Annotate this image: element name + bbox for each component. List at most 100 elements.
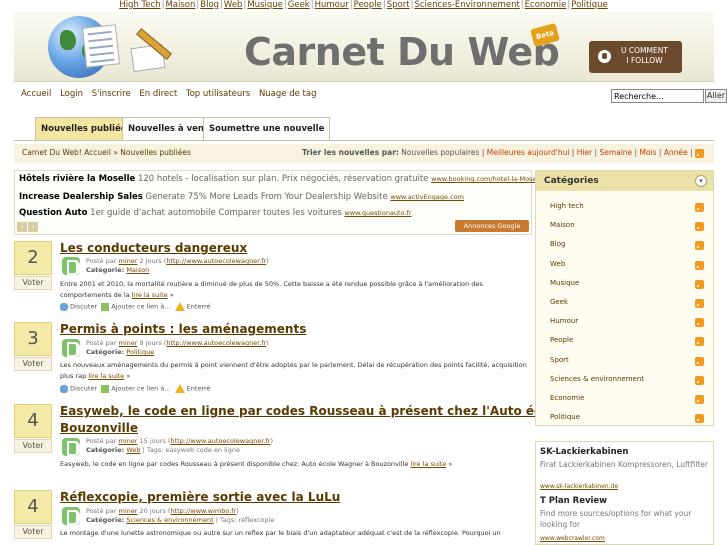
- avatar[interactable]: [62, 257, 80, 275]
- tab-submit[interactable]: Soumettre une nouvelle: [203, 117, 331, 140]
- add-link-button[interactable]: Ajouter ce lien à...: [111, 385, 170, 393]
- category-link[interactable]: Politique: [126, 348, 154, 356]
- read-more-link[interactable]: lire la suite: [132, 291, 168, 299]
- category-link[interactable]: Web: [126, 446, 140, 454]
- ad-item[interactable]: Question Auto 1er guide d'achat automobi…: [19, 208, 412, 218]
- rss-icon[interactable]: [695, 395, 704, 404]
- source-link[interactable]: http://www.autoecolewagner.fr: [166, 257, 266, 265]
- sidebar-category-link[interactable]: Sport: [550, 356, 569, 364]
- sidebar-category-link[interactable]: Economie: [550, 394, 584, 402]
- bury-link[interactable]: Enterré: [187, 385, 211, 393]
- discuss-link[interactable]: Discuter: [70, 385, 97, 393]
- avatar[interactable]: [62, 339, 80, 357]
- sort-month[interactable]: Mois: [639, 148, 656, 157]
- source-link[interactable]: http://www.wimbo.fr: [170, 507, 236, 515]
- sort-best-today[interactable]: Meilleures aujourd'hui: [487, 148, 570, 157]
- source-link[interactable]: http://www.autoecolewagner.fr: [166, 339, 266, 347]
- rss-icon[interactable]: [695, 414, 704, 424]
- follow-button[interactable]: U COMMENT I FOLLOW: [589, 41, 682, 73]
- sponsor-url[interactable]: www.sk-lackierkabinen.de: [540, 483, 618, 490]
- rss-icon[interactable]: [695, 356, 704, 366]
- ad-title[interactable]: Question Auto: [19, 208, 87, 218]
- vote-button[interactable]: Voter: [14, 439, 52, 453]
- vote-button[interactable]: Voter: [14, 357, 52, 371]
- sponsor-title[interactable]: SK-Lackierkabinen: [540, 447, 628, 457]
- ad-url[interactable]: www.booking.com/hotel-la-Moselle: [431, 175, 544, 183]
- breadcrumb[interactable]: Carnet Du Web! Accueil » Nouvelles publi…: [22, 144, 191, 162]
- add-link-button[interactable]: Ajouter ce lien à...: [111, 303, 170, 311]
- sidebar-category-link[interactable]: Blog: [550, 240, 565, 248]
- sponsor-title[interactable]: T Plan Review: [540, 496, 607, 506]
- category-link[interactable]: Sciences & environnement: [126, 516, 213, 524]
- search-input[interactable]: [611, 89, 704, 103]
- sidebar-category-link[interactable]: Humour: [550, 317, 578, 325]
- ad-item[interactable]: Hôtels rivière la Moselle 120 hotels - l…: [19, 174, 544, 184]
- ad-title[interactable]: Increase Dealership Sales: [19, 192, 143, 202]
- sort-year[interactable]: Année: [664, 148, 688, 157]
- nav-accueil[interactable]: Accueil: [21, 89, 51, 99]
- nav-tag-cloud[interactable]: Nuage de tag: [259, 89, 317, 99]
- top-category-link[interactable]: Musique: [247, 0, 283, 10]
- ads-by-google-label[interactable]: Annonces Google: [455, 220, 529, 232]
- sidebar-category-link[interactable]: High tech: [550, 202, 584, 210]
- top-category-link[interactable]: Sport: [387, 0, 410, 10]
- site-logo[interactable]: Carnet Du Web: [244, 30, 560, 74]
- story-title[interactable]: Les conducteurs dangereux: [60, 241, 247, 255]
- source-link[interactable]: http://www.autoecolewagner.fr: [170, 437, 270, 445]
- top-category-link[interactable]: Economie: [525, 0, 567, 10]
- rss-icon[interactable]: [695, 279, 704, 289]
- top-category-link[interactable]: Maison: [165, 0, 195, 10]
- author-link[interactable]: miner: [119, 507, 138, 515]
- sidebar-category-link[interactable]: People: [550, 336, 573, 344]
- rss-icon[interactable]: [695, 203, 704, 212]
- bury-link[interactable]: Enterré: [187, 303, 211, 311]
- avatar[interactable]: [62, 507, 80, 525]
- author-link[interactable]: miner: [119, 339, 138, 347]
- sidebar-category-link[interactable]: Geek: [550, 298, 568, 306]
- rss-icon[interactable]: [695, 260, 704, 270]
- avatar[interactable]: [62, 438, 80, 456]
- vote-button[interactable]: Voter: [14, 525, 52, 539]
- top-category-link[interactable]: Geek: [288, 0, 310, 10]
- top-category-link[interactable]: Web: [224, 0, 243, 10]
- nav-live[interactable]: En direct: [139, 89, 177, 99]
- sort-popular[interactable]: Nouvelles populaires: [401, 148, 479, 157]
- ad-url[interactable]: www.questionauto.fr: [344, 209, 411, 217]
- top-category-link[interactable]: People: [354, 0, 382, 10]
- category-link[interactable]: Maison: [126, 266, 149, 274]
- discuss-link[interactable]: Discuter: [70, 303, 97, 311]
- ad-next-icon[interactable]: ›: [28, 222, 38, 232]
- read-more-link[interactable]: lire la suite: [88, 372, 124, 380]
- sort-week[interactable]: Semaine: [599, 148, 632, 157]
- nav-top-users[interactable]: Top utilisateurs: [186, 89, 250, 99]
- ad-url[interactable]: www.activEngage.com: [390, 193, 464, 201]
- sidebar-category-link[interactable]: Musique: [550, 279, 579, 287]
- top-category-link[interactable]: Humour: [315, 0, 349, 10]
- sidebar-category-link[interactable]: Sciences & environnement: [550, 375, 644, 383]
- collapse-icon[interactable]: ▾: [695, 175, 707, 187]
- rss-icon[interactable]: [695, 241, 704, 251]
- rss-icon[interactable]: [695, 337, 704, 347]
- rss-icon[interactable]: [695, 148, 704, 158]
- top-category-link[interactable]: High Tech: [119, 0, 160, 10]
- author-link[interactable]: miner: [119, 257, 138, 265]
- sponsor-url[interactable]: www.webcrawler.com: [540, 535, 605, 542]
- ad-title[interactable]: Hôtels rivière la Moselle: [19, 174, 135, 184]
- sidebar-category-link[interactable]: Web: [550, 260, 565, 268]
- top-category-link[interactable]: Politique: [571, 0, 607, 10]
- nav-register[interactable]: S'inscrire: [92, 89, 131, 99]
- search-button[interactable]: Aller: [705, 89, 727, 103]
- rss-icon[interactable]: [695, 222, 704, 232]
- top-category-link[interactable]: Sciences-Environnement: [414, 0, 519, 10]
- sort-yesterday[interactable]: Hier: [577, 148, 592, 157]
- top-category-link[interactable]: Blog: [200, 0, 219, 10]
- rss-icon[interactable]: [695, 299, 704, 308]
- ad-prev-icon[interactable]: ‹: [17, 222, 27, 232]
- sidebar-category-link[interactable]: Politique: [550, 413, 580, 421]
- read-more-link[interactable]: lire la suite: [410, 460, 446, 468]
- vote-button[interactable]: Voter: [14, 276, 52, 290]
- ad-item[interactable]: Increase Dealership Sales Generate 75% M…: [19, 192, 464, 202]
- story-title[interactable]: Permis à points : les aménagements: [60, 322, 306, 336]
- nav-login[interactable]: Login: [60, 89, 83, 99]
- rss-icon[interactable]: [695, 375, 704, 385]
